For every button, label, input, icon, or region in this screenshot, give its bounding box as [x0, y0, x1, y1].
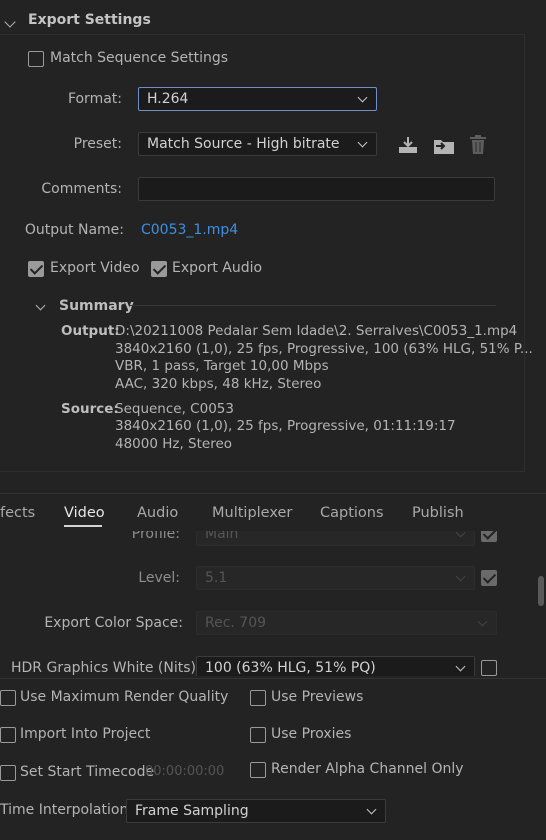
profile-checkbox[interactable]	[481, 531, 497, 542]
active-tab-indicator	[64, 525, 102, 527]
time-interp-label: Time Interpolation:	[0, 802, 134, 818]
export-settings-panel: Export Settings Match Sequence Settings …	[0, 0, 546, 492]
export-audio-label: Export Audio	[172, 260, 263, 276]
hdr-value: 100 (63% HLG, 51% PQ)	[205, 660, 376, 676]
comments-input[interactable]	[138, 177, 495, 201]
import-project-checkbox[interactable]	[0, 727, 16, 743]
use-previews-checkbox[interactable]	[250, 690, 266, 706]
tab-publish[interactable]: Publish	[412, 505, 464, 521]
profile-value: Main	[205, 531, 239, 542]
output-name-link[interactable]: C0053_1.mp4	[141, 222, 238, 238]
tab-audio[interactable]: Audio	[137, 505, 178, 521]
max-render-label: Use Maximum Render Quality	[20, 689, 229, 705]
chevron-down-icon	[455, 571, 466, 582]
summary-output-line: VBR, 1 pass, Target 10,00 Mbps	[115, 358, 329, 374]
level-label: Level:	[138, 570, 180, 586]
summary-source-line: 48000 Hz, Stereo	[115, 436, 233, 452]
format-select[interactable]: H.264	[138, 87, 377, 111]
match-sequence-label: Match Sequence Settings	[50, 50, 229, 66]
summary-source-line: Sequence, C0053	[115, 401, 234, 417]
max-render-checkbox[interactable]	[0, 690, 16, 706]
video-settings-panel: Profile: Main Level: 5.1 Export Color Sp…	[0, 531, 510, 676]
format-label: Format:	[67, 91, 122, 107]
bottom-options: Use Maximum Render Quality Use Previews …	[0, 678, 546, 840]
summary-source-line: 3840x2160 (1,0), 25 fps, Progressive, 01…	[115, 418, 456, 434]
chevron-down-icon	[357, 92, 368, 103]
profile-label: Profile:	[131, 531, 180, 542]
hdr-checkbox[interactable]	[481, 660, 497, 676]
format-value: H.264	[147, 91, 189, 107]
chevron-down-icon	[366, 804, 377, 815]
output-name-label: Output Name:	[24, 222, 124, 238]
summary-source-key: Source:	[61, 401, 119, 417]
summary-output-line: 3840x2160 (1,0), 25 fps, Progressive, 10…	[115, 341, 533, 357]
level-checkbox[interactable]	[481, 570, 497, 586]
import-preset-icon[interactable]	[432, 136, 456, 156]
chevron-down-icon	[357, 137, 368, 148]
color-space-value: Rec. 709	[205, 615, 267, 631]
tab-video[interactable]: Video	[64, 505, 105, 521]
use-proxies-checkbox[interactable]	[250, 727, 266, 743]
hdr-select[interactable]: 100 (63% HLG, 51% PQ)	[196, 656, 475, 676]
summary-output-line: AAC, 320 kbps, 48 kHz, Stereo	[115, 376, 322, 392]
trash-icon[interactable]	[468, 134, 488, 156]
render-alpha-checkbox[interactable]	[250, 762, 266, 778]
hdr-label: HDR Graphics White (Nits):	[11, 660, 201, 676]
tab-effects[interactable]: fects	[0, 505, 35, 521]
level-select[interactable]: 5.1	[196, 566, 475, 590]
tab-multiplexer[interactable]: Multiplexer	[212, 505, 292, 521]
preset-select[interactable]: Match Source - High bitrate	[138, 132, 377, 156]
time-interp-value: Frame Sampling	[135, 803, 249, 819]
chevron-down-icon	[477, 616, 488, 627]
scrollbar-thumb[interactable]	[538, 576, 544, 606]
use-proxies-label: Use Proxies	[271, 726, 352, 742]
start-timecode-input[interactable]: 00:00:00:00	[145, 764, 224, 779]
summary-divider	[130, 305, 496, 306]
export-video-checkbox[interactable]	[28, 261, 44, 277]
start-timecode-checkbox[interactable]	[0, 765, 16, 781]
tab-bar: fects Video Audio Multiplexer Captions P…	[0, 493, 546, 531]
summary-output-key: Output:	[61, 323, 120, 339]
summary-title: Summary	[59, 298, 134, 314]
summary-output-line: D:\20211008 Pedalar Sem Idade\2. Serralv…	[115, 323, 518, 339]
export-video-label: Export Video	[50, 260, 140, 276]
match-sequence-checkbox[interactable]	[28, 51, 44, 67]
preset-value: Match Source - High bitrate	[147, 136, 340, 152]
color-space-label: Export Color Space:	[44, 615, 183, 631]
render-alpha-label: Render Alpha Channel Only	[271, 761, 464, 777]
time-interp-select[interactable]: Frame Sampling	[126, 799, 386, 823]
preset-label: Preset:	[73, 136, 122, 152]
comments-label: Comments:	[41, 181, 122, 197]
section-title: Export Settings	[28, 12, 151, 28]
level-value: 5.1	[205, 570, 228, 586]
profile-select[interactable]: Main	[196, 531, 475, 546]
color-space-select[interactable]: Rec. 709	[196, 611, 497, 635]
chevron-down-icon	[455, 531, 466, 538]
collapse-chevron-icon[interactable]	[4, 14, 16, 30]
summary-chevron-icon[interactable]	[35, 297, 46, 313]
tab-captions[interactable]: Captions	[320, 505, 384, 521]
export-audio-checkbox[interactable]	[151, 261, 167, 277]
import-project-label: Import Into Project	[20, 726, 151, 742]
save-preset-icon[interactable]	[397, 135, 419, 155]
start-timecode-label: Set Start Timecode	[20, 764, 155, 780]
use-previews-label: Use Previews	[271, 689, 364, 705]
chevron-down-icon	[455, 661, 466, 672]
